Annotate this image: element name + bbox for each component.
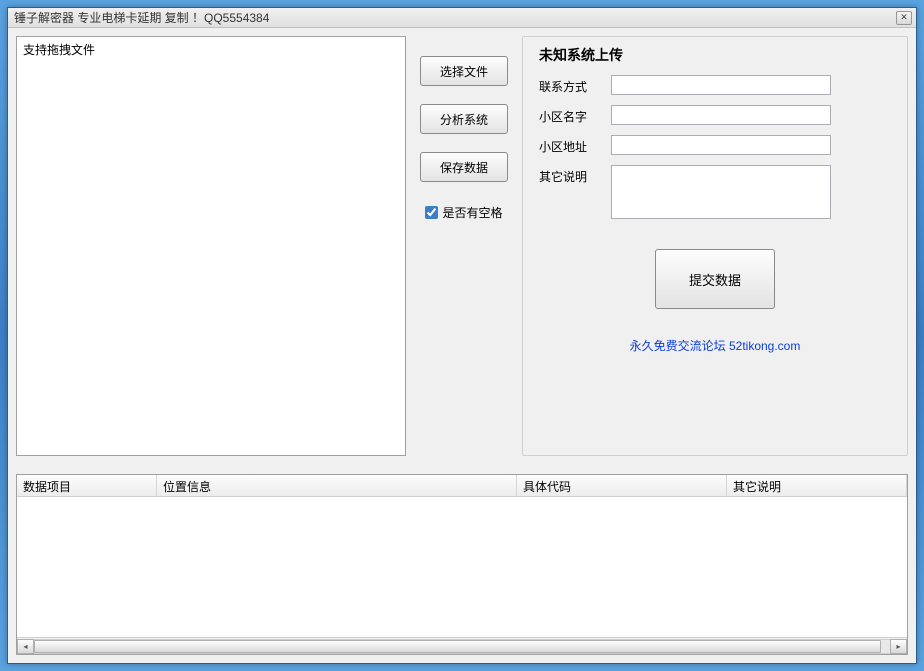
analyze-system-button[interactable]: 分析系统 [420,104,508,134]
col-code[interactable]: 具体代码 [517,475,727,496]
community-addr-input[interactable] [611,135,831,155]
main-window: 锤子解密器 专业电梯卡延期 复制 ！QQ5554384 ✕ 支持拖拽文件 选择文… [7,7,917,664]
community-addr-label: 小区地址 [539,135,599,155]
horizontal-scrollbar[interactable]: ◂ ▸ [17,637,907,654]
drop-placeholder: 支持拖拽文件 [23,43,95,57]
scroll-track[interactable] [34,639,890,654]
client-area: 支持拖拽文件 选择文件 分析系统 保存数据 是否有空格 未知系统上传 联系方式 [8,28,916,663]
close-icon: ✕ [900,12,908,23]
other-row: 其它说明 [539,165,891,219]
close-button[interactable]: ✕ [896,11,912,25]
save-data-button[interactable]: 保存数据 [420,152,508,182]
forum-link[interactable]: 永久免费交流论坛 52tikong.com [539,337,891,354]
community-name-label: 小区名字 [539,105,599,125]
contact-row: 联系方式 [539,75,891,95]
space-checkbox-label: 是否有空格 [442,204,502,221]
space-checkbox-row[interactable]: 是否有空格 [425,204,502,221]
scroll-thumb[interactable] [34,640,881,653]
upload-legend: 未知系统上传 [539,45,891,65]
window-title: 锤子解密器 专业电梯卡延期 复制 ！QQ5554384 [14,9,896,26]
community-name-row: 小区名字 [539,105,891,125]
data-table: 数据项目 位置信息 具体代码 其它说明 ◂ ▸ [16,474,908,655]
other-textarea[interactable] [611,165,831,219]
col-position[interactable]: 位置信息 [157,475,517,496]
submit-area: 提交数据 [539,249,891,309]
action-column: 选择文件 分析系统 保存数据 是否有空格 [414,36,514,456]
col-other[interactable]: 其它说明 [727,475,907,496]
choose-file-button[interactable]: 选择文件 [420,56,508,86]
top-row: 支持拖拽文件 选择文件 分析系统 保存数据 是否有空格 未知系统上传 联系方式 [16,36,908,456]
scroll-left-arrow-icon[interactable]: ◂ [17,639,34,654]
scroll-right-arrow-icon[interactable]: ▸ [890,639,907,654]
other-label: 其它说明 [539,165,599,185]
contact-label: 联系方式 [539,75,599,95]
col-data-item[interactable]: 数据项目 [17,475,157,496]
file-drop-area[interactable]: 支持拖拽文件 [16,36,406,456]
space-checkbox[interactable] [425,206,438,219]
community-addr-row: 小区地址 [539,135,891,155]
submit-button[interactable]: 提交数据 [655,249,775,309]
upload-group: 未知系统上传 联系方式 小区名字 小区地址 其它说明 [522,36,908,456]
contact-input[interactable] [611,75,831,95]
titlebar: 锤子解密器 专业电梯卡延期 复制 ！QQ5554384 ✕ [8,8,916,28]
table-body[interactable] [17,497,907,637]
table-header: 数据项目 位置信息 具体代码 其它说明 [17,475,907,497]
community-name-input[interactable] [611,105,831,125]
